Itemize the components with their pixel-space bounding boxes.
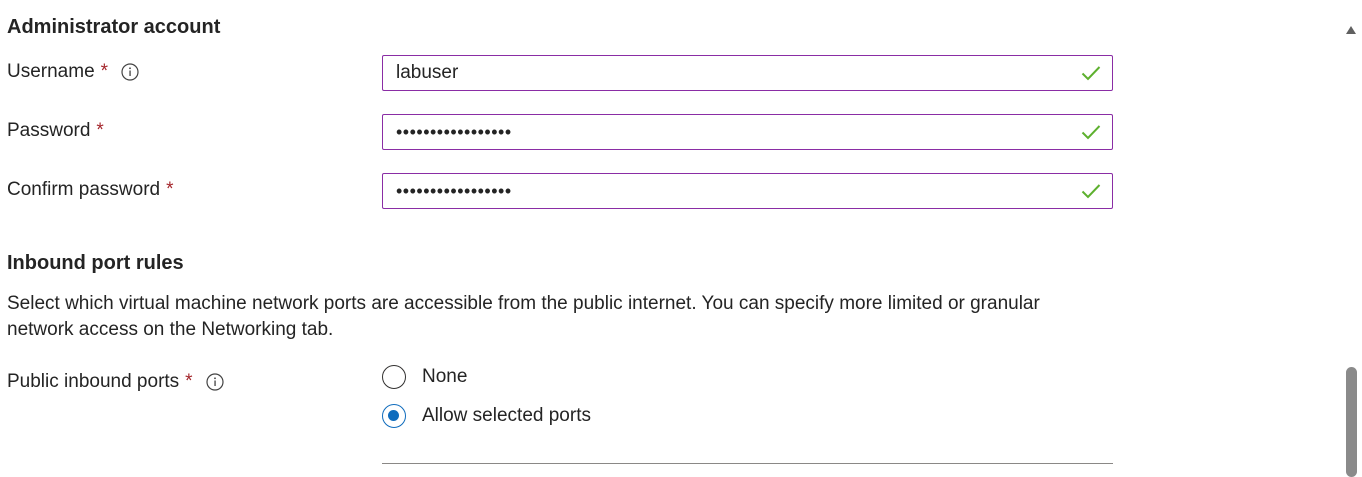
confirm-password-label: Confirm password * — [7, 179, 174, 201]
scrollbar-thumb[interactable] — [1346, 367, 1357, 477]
checkmark-icon — [1081, 180, 1103, 202]
username-label: Username * — [7, 61, 139, 83]
radio-button-allow-selected-ports[interactable] — [382, 404, 406, 428]
required-asterisk: * — [185, 371, 193, 392]
inbound-port-rules-description: Select which virtual machine network por… — [7, 293, 1040, 340]
password-label: Password * — [7, 120, 104, 142]
radio-button-none[interactable] — [382, 365, 406, 389]
confirm-password-input[interactable]: ••••••••••••••••• — [383, 181, 1081, 202]
required-asterisk: * — [96, 120, 104, 141]
scroll-up-arrow-icon[interactable] — [1346, 26, 1356, 34]
radio-option-allow-selected-ports[interactable]: Allow selected ports — [382, 404, 591, 428]
password-field[interactable]: ••••••••••••••••• — [382, 114, 1113, 150]
checkmark-icon — [1081, 62, 1103, 84]
username-input[interactable]: labuser — [383, 62, 1081, 84]
public-inbound-ports-label: Public inbound ports * — [7, 371, 224, 393]
password-label-text: Password — [7, 120, 91, 141]
username-field[interactable]: labuser — [382, 55, 1113, 91]
section-title-administrator-account: Administrator account — [7, 16, 221, 38]
password-input[interactable]: ••••••••••••••••• — [383, 122, 1081, 143]
radio-option-none[interactable]: None — [382, 365, 467, 389]
radio-label-none: None — [422, 366, 468, 387]
username-label-text: Username — [7, 61, 95, 82]
checkmark-icon — [1081, 121, 1103, 143]
confirm-password-label-text: Confirm password — [7, 179, 161, 200]
vertical-scrollbar[interactable] — [1340, 16, 1362, 477]
public-inbound-ports-label-text: Public inbound ports — [7, 371, 180, 392]
required-asterisk: * — [166, 179, 174, 200]
section-title-inbound-port-rules: Inbound port rules — [7, 252, 184, 274]
confirm-password-field[interactable]: ••••••••••••••••• — [382, 173, 1113, 209]
info-icon[interactable] — [121, 63, 139, 81]
required-asterisk: * — [100, 61, 109, 82]
radio-label-allow-selected-ports: Allow selected ports — [422, 405, 591, 426]
info-icon[interactable] — [205, 373, 224, 391]
next-field-top-border — [382, 463, 1113, 467]
